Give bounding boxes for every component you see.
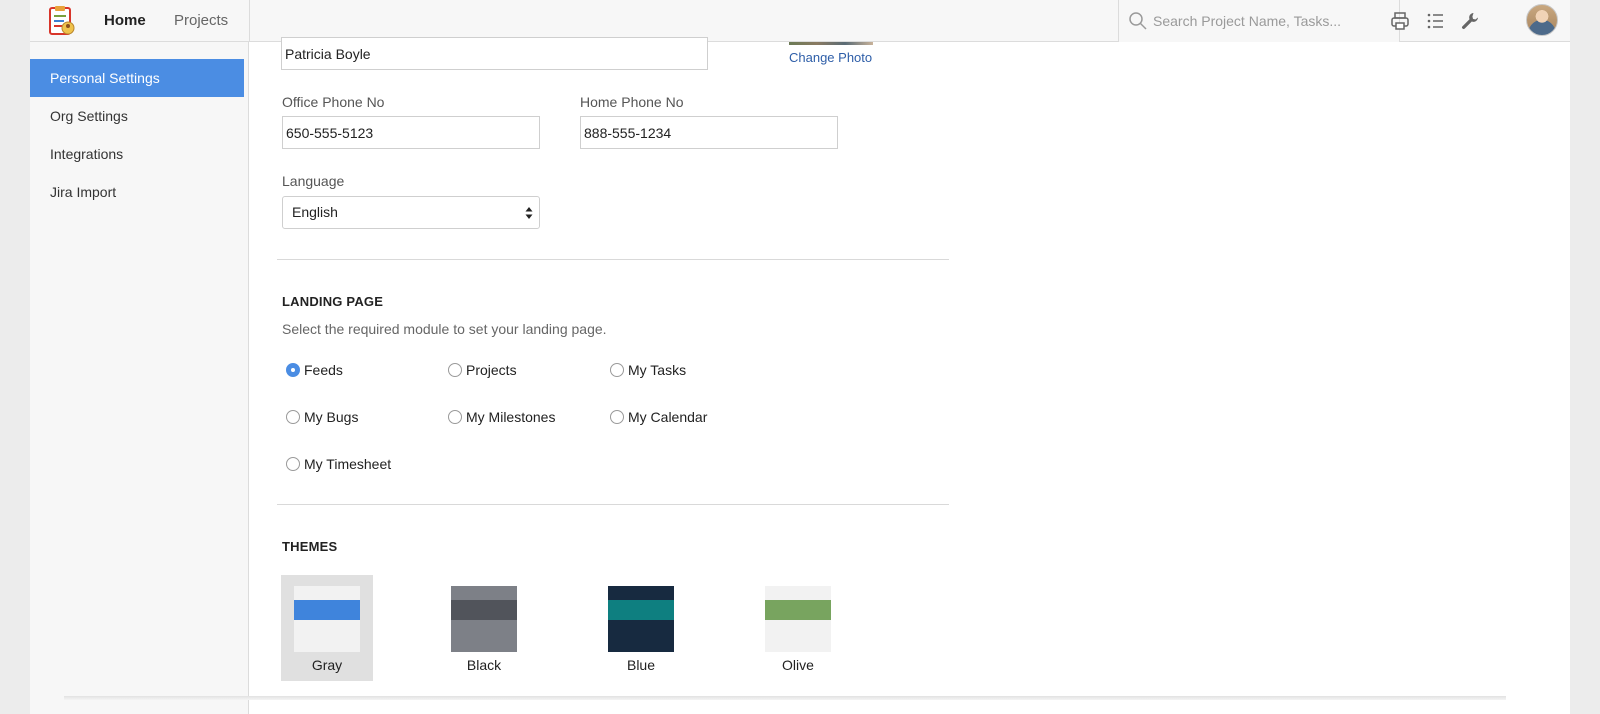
section-divider [277,504,949,505]
radio-button[interactable] [448,363,462,377]
theme-label: Gray [311,657,343,673]
app-logo-icon[interactable] [44,4,78,38]
top-bar: Home Projects [30,0,1570,42]
theme-swatch-black [451,586,517,652]
theme-gray[interactable]: Gray [281,575,373,681]
page-bottom-edge [64,696,1506,700]
radio-label: My Tasks [628,362,687,378]
wrench-icon[interactable] [1460,11,1480,31]
radio-my-timesheet[interactable]: My Timesheet [286,454,391,474]
radio-label: My Calendar [628,409,708,425]
profile-photo [789,42,873,45]
app-window: Home Projects Personal Settings Org Se [30,0,1570,714]
language-select-value: English [292,204,338,220]
search-box [1118,0,1400,42]
theme-olive[interactable]: Olive [752,575,844,681]
radio-label: My Milestones [466,409,556,425]
sidebar-item-org-settings[interactable]: Org Settings [30,97,244,135]
office-phone-label: Office Phone No [282,94,385,110]
radio-button[interactable] [286,457,300,471]
theme-swatch-gray [294,586,360,652]
list-icon[interactable] [1426,11,1446,31]
topbar-divider [249,0,250,42]
theme-label: Olive [782,657,814,673]
change-photo-link[interactable]: Change Photo [789,50,872,65]
radio-button-checked[interactable] [286,363,300,377]
radio-label: My Timesheet [304,456,392,472]
settings-sidebar: Personal Settings Org Settings Integrati… [30,42,249,714]
radio-label: My Bugs [304,409,359,425]
radio-button[interactable] [286,410,300,424]
name-field[interactable] [281,37,708,70]
avatar[interactable] [1526,4,1558,36]
personal-settings-panel: Change Photo Office Phone No Home Phone … [250,37,1570,714]
theme-swatch-olive [765,586,831,652]
radio-label: Feeds [304,362,343,378]
radio-my-tasks[interactable]: My Tasks [610,360,686,380]
radio-projects[interactable]: Projects [448,360,517,380]
print-icon[interactable] [1390,11,1410,31]
language-label: Language [282,173,345,189]
office-phone-field[interactable] [282,116,540,149]
theme-label: Blue [626,657,656,673]
sidebar-item-personal-settings[interactable]: Personal Settings [30,59,244,97]
search-icon[interactable] [1128,11,1148,31]
language-select[interactable]: English [282,196,540,229]
radio-button[interactable] [610,363,624,377]
radio-button[interactable] [610,410,624,424]
section-divider [277,259,949,260]
search-input[interactable] [1153,9,1393,33]
radio-feeds[interactable]: Feeds [286,360,343,380]
radio-button[interactable] [448,410,462,424]
theme-blue[interactable]: Blue [595,575,687,681]
radio-my-milestones[interactable]: My Milestones [448,407,555,427]
home-phone-field[interactable] [580,116,838,149]
theme-label: Black [466,657,502,673]
radio-my-calendar[interactable]: My Calendar [610,407,707,427]
select-arrows-icon [525,207,533,219]
home-phone-label: Home Phone No [580,94,684,110]
nav-home-link[interactable]: Home [104,12,146,29]
sidebar-item-jira-import[interactable]: Jira Import [30,173,244,211]
nav-projects-link[interactable]: Projects [174,12,228,29]
landing-page-description: Select the required module to set your l… [282,321,607,337]
radio-my-bugs[interactable]: My Bugs [286,407,358,427]
theme-black[interactable]: Black [438,575,530,681]
theme-swatch-blue [608,586,674,652]
sidebar-item-integrations[interactable]: Integrations [30,135,244,173]
radio-label: Projects [466,362,517,378]
landing-page-title: LANDING PAGE [282,294,384,309]
themes-title: THEMES [282,539,338,554]
